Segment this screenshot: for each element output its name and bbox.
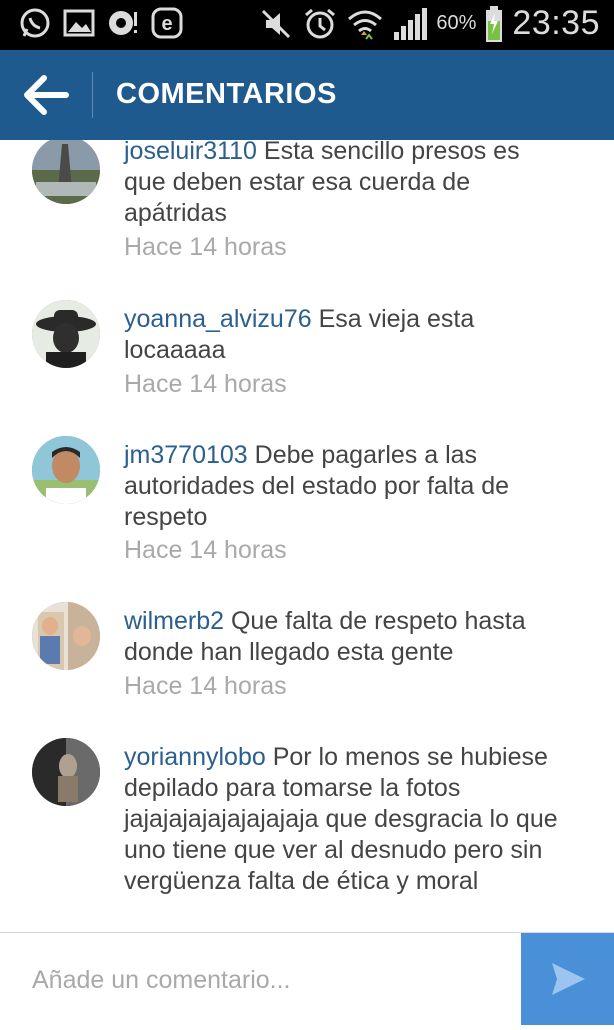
avatar-image (32, 602, 100, 670)
comment-text: wilmerb2 Que falta de respeto hasta dond… (124, 606, 564, 668)
status-bar: e 60% 23:35 (0, 0, 614, 50)
signal-icon (394, 7, 428, 40)
wifi-icon (348, 10, 383, 40)
comment-username[interactable]: jm3770103 (124, 441, 248, 469)
comment-input[interactable] (30, 961, 514, 999)
comment-username[interactable]: wilmerb2 (124, 607, 224, 635)
avatar-image (32, 140, 100, 204)
comment-time: Hace 14 horas (124, 672, 287, 700)
e-app-icon: e (151, 7, 183, 39)
svg-text:e: e (161, 13, 172, 35)
alarm-icon (305, 8, 336, 38)
comment-username[interactable]: yoanna_alvizu76 (124, 305, 312, 333)
avatar[interactable] (32, 602, 100, 670)
comment-username[interactable]: joseluir3110 (124, 140, 257, 165)
avatar[interactable] (32, 140, 100, 204)
comment-time: Hace 14 horas (124, 233, 287, 261)
mute-icon (262, 9, 291, 38)
send-button[interactable] (521, 933, 614, 1025)
header-divider (92, 72, 93, 118)
avatar[interactable] (32, 436, 100, 504)
comment-time: Hace 14 horas (124, 536, 287, 564)
avatar[interactable] (32, 738, 100, 806)
notification-icons: e (18, 6, 184, 40)
battery-icon (486, 5, 503, 42)
avatar[interactable] (32, 300, 100, 368)
comment-username[interactable]: yoriannylobo (124, 743, 266, 771)
avatar-image (32, 300, 100, 368)
send-icon (552, 963, 585, 995)
avatar-image (32, 436, 100, 504)
gallery-icon (63, 9, 95, 37)
comment-text: yoanna_alvizu76 Esa vieja esta locaaaaa (124, 304, 564, 366)
comment-time: Hace 14 horas (124, 370, 287, 398)
comment-text: joseluir3110 Esta sencillo presos es que… (124, 140, 564, 229)
comment-text: yoriannylobo Por lo menos se hubiese dep… (124, 742, 564, 897)
app-header: COMENTARIOS (0, 50, 614, 140)
avatar-image (32, 738, 100, 806)
back-button[interactable] (18, 72, 74, 118)
clock: 23:35 (512, 4, 600, 42)
whatsapp-icon (20, 8, 50, 38)
comment-composer (0, 932, 614, 1025)
chat-icon (109, 11, 137, 35)
comment-text: jm3770103 Debe pagarles a las autoridade… (124, 440, 564, 533)
battery-percent: 60% (436, 12, 477, 34)
system-indicators: 60% 23:35 (258, 4, 600, 43)
page-title: COMENTARIOS (116, 78, 337, 110)
comment-list[interactable]: joseluir3110 Esta sencillo presos es que… (0, 140, 614, 932)
arrow-left-icon (24, 75, 69, 115)
